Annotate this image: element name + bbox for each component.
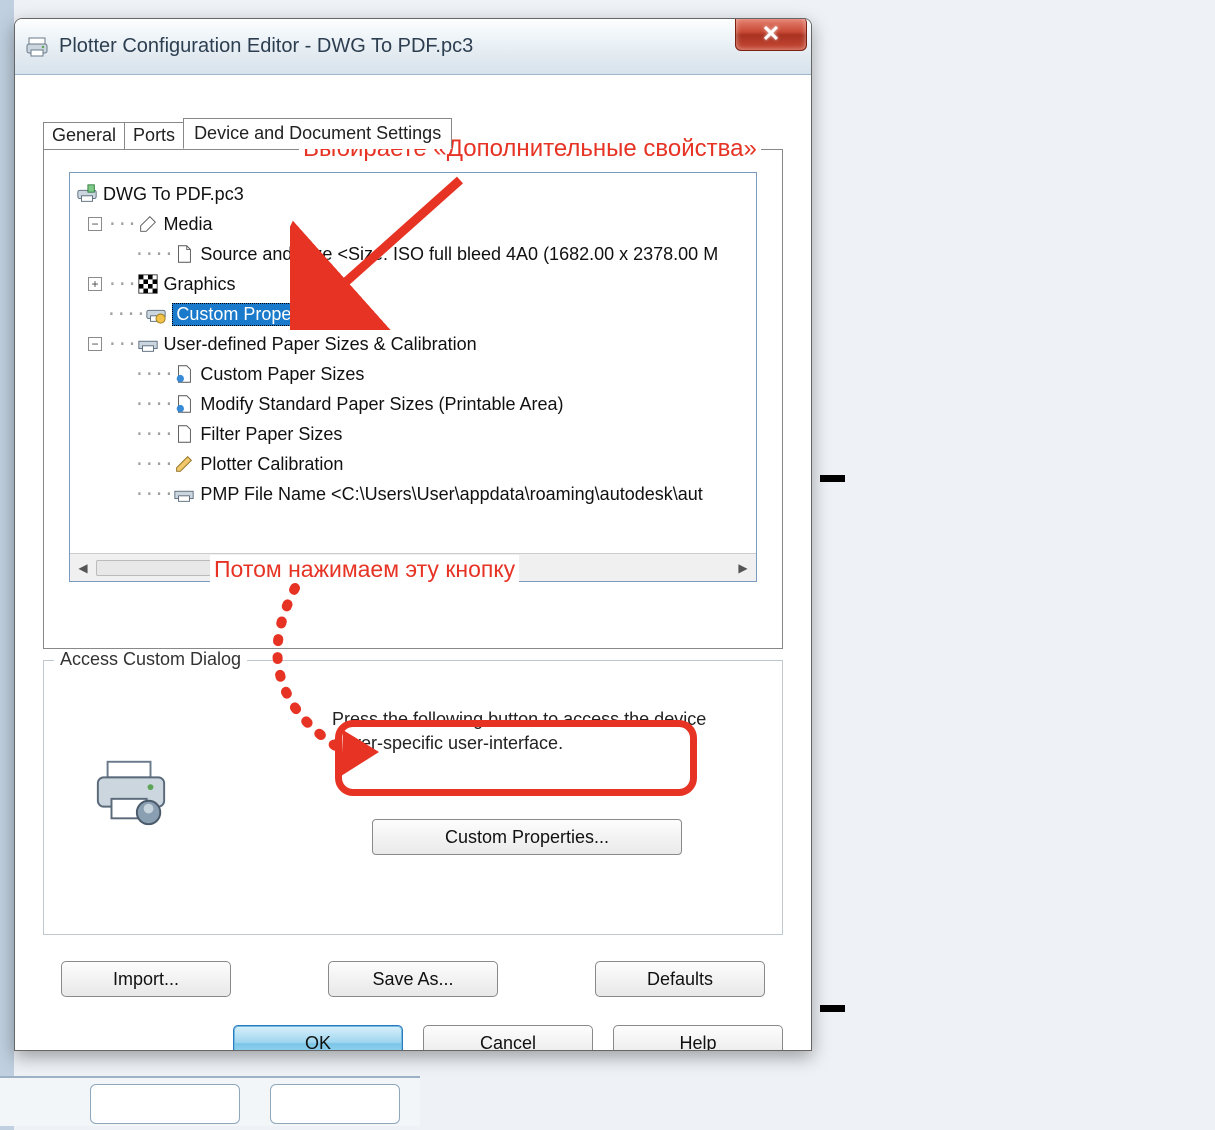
tree-label: Media <box>164 214 213 235</box>
tree-view[interactable]: DWG To PDF.pc3 − ··· Media ···· Source a… <box>69 172 757 582</box>
group-description: Press the following button to access the… <box>332 707 732 756</box>
pencil-icon <box>173 453 195 475</box>
page-plus-icon <box>173 363 195 385</box>
tree-label-selected: Custom Properties <box>172 303 329 326</box>
button-row-bottom: OK Cancel Help <box>15 1025 783 1051</box>
tree-item-custom-properties[interactable]: ···· Custom Properties <box>76 299 756 329</box>
dialog-window: Plotter Configuration Editor - DWG To PD… <box>14 18 812 1051</box>
close-icon: ✕ <box>762 21 780 47</box>
custom-properties-button[interactable]: Custom Properties... <box>372 819 682 855</box>
background-tick <box>820 1005 845 1012</box>
tree-item-media[interactable]: − ··· Media <box>76 209 756 239</box>
annotation-text-2: Потом нажимаем эту кнопку <box>210 555 519 584</box>
collapse-icon[interactable]: − <box>88 217 102 231</box>
tree-item-filter-paper[interactable]: ···· Filter Paper Sizes <box>76 419 756 449</box>
page-icon <box>173 423 195 445</box>
cancel-button[interactable]: Cancel <box>423 1025 593 1051</box>
tree-item-pmp-file[interactable]: ···· PMP File Name <C:\Users\User\appdat… <box>76 479 756 509</box>
tree-label: Graphics <box>164 274 236 295</box>
background-tick <box>820 475 845 482</box>
plotter-small-icon <box>137 333 159 355</box>
import-button[interactable]: Import... <box>61 961 231 997</box>
tree-item-modify-paper[interactable]: ···· Modify Standard Paper Sizes (Printa… <box>76 389 756 419</box>
tree-item-graphics[interactable]: + ··· Graphics <box>76 269 756 299</box>
tree-label: DWG To PDF.pc3 <box>103 184 244 205</box>
background-toolbar-hint <box>0 1076 420 1126</box>
button-row-top: Import... Save As... Defaults <box>61 961 765 997</box>
tree-item-plotter-calibration[interactable]: ···· Plotter Calibration <box>76 449 756 479</box>
expand-icon[interactable]: + <box>88 277 102 291</box>
group-legend: Access Custom Dialog <box>54 649 247 670</box>
plotter-small-icon <box>173 483 195 505</box>
tree-item-source-size[interactable]: ···· Source and Size <Size: ISO full ble… <box>76 239 756 269</box>
save-as-button[interactable]: Save As... <box>328 961 498 997</box>
tab-device-settings[interactable]: Device and Document Settings <box>183 118 452 149</box>
tab-general[interactable]: General <box>43 122 125 150</box>
tree-item-user-defined[interactable]: − ··· User-defined Paper Sizes & Calibra… <box>76 329 756 359</box>
tree-label: Filter Paper Sizes <box>200 424 342 445</box>
tree-label: Source and Size <Size: ISO full bleed 4A… <box>200 244 718 265</box>
close-button[interactable]: ✕ <box>735 18 807 51</box>
ok-button[interactable]: OK <box>233 1025 403 1051</box>
help-button[interactable]: Help <box>613 1025 783 1051</box>
defaults-button[interactable]: Defaults <box>595 961 765 997</box>
eraser-icon <box>137 213 159 235</box>
tree-label: Modify Standard Paper Sizes (Printable A… <box>200 394 563 415</box>
tree-item-custom-paper[interactable]: ···· Custom Paper Sizes <box>76 359 756 389</box>
tree-label: Custom Paper Sizes <box>200 364 364 385</box>
printer-icon <box>25 35 49 59</box>
page-icon <box>173 243 195 265</box>
plotter-icon <box>76 183 98 205</box>
tab-strip: General Ports Device and Document Settin… <box>43 118 451 149</box>
titlebar[interactable]: Plotter Configuration Editor - DWG To PD… <box>15 19 811 75</box>
tree-root[interactable]: DWG To PDF.pc3 <box>76 179 756 209</box>
page-edit-icon <box>173 393 195 415</box>
checker-icon <box>137 273 159 295</box>
printer-settings-icon <box>145 303 167 325</box>
access-custom-dialog-group: Access Custom Dialog Press the following… <box>43 660 783 935</box>
scroll-left-icon[interactable]: ◀ <box>70 555 96 581</box>
tree-label: PMP File Name <C:\Users\User\appdata\roa… <box>200 484 702 505</box>
printer-large-icon <box>92 757 170 827</box>
scroll-right-icon[interactable]: ▶ <box>730 555 756 581</box>
tree-label: Plotter Calibration <box>200 454 343 475</box>
window-title: Plotter Configuration Editor - DWG To PD… <box>59 35 473 58</box>
tab-ports[interactable]: Ports <box>124 122 184 150</box>
background-strip <box>0 0 14 1130</box>
collapse-icon[interactable]: − <box>88 337 102 351</box>
tree-label: User-defined Paper Sizes & Calibration <box>164 334 477 355</box>
